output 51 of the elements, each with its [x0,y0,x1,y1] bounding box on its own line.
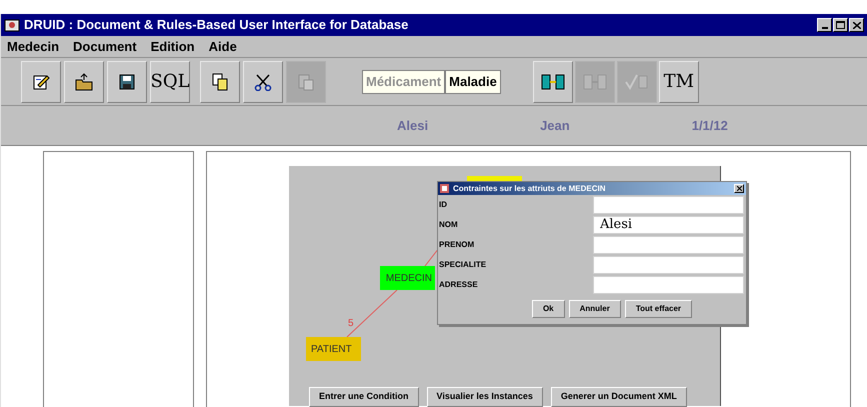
mode-tab[interactable]: Maladie [445,70,501,94]
minimize-button[interactable] [817,18,832,32]
field-label: ADRESSE [438,279,479,291]
field-label: ID [438,199,448,211]
paste-icon [298,72,314,90]
dialog-button[interactable]: Ok [532,300,565,318]
action-button[interactable]: Entrer une Condition [309,387,418,407]
documents-transfer-icon [540,74,565,90]
relation-line [424,248,440,266]
dialog-title: Contraintes sur les attriuts de MEDECIN [453,184,606,192]
maximize-icon [836,21,845,29]
app-icon [440,184,449,193]
menu-item[interactable]: Edition [150,36,195,56]
field-label: PRENOM [438,239,476,251]
info-text: Jean [540,116,570,135]
folder-icon [74,72,94,90]
dialog-button[interactable]: Tout effacer [624,300,692,318]
close-button[interactable] [734,184,744,193]
documents-transfer-icon [582,74,607,90]
menu-item[interactable]: Medecin [7,36,60,56]
close-icon [852,22,860,28]
dialog-button[interactable]: Annuler [568,300,621,318]
toolbar-button[interactable]: TM [658,60,699,102]
input-field[interactable] [593,196,744,214]
relation-line [346,290,398,338]
input-field[interactable]: Alesi [593,216,744,234]
info-text: 1/1/12 [692,116,728,135]
close-button[interactable] [849,18,864,32]
field-label: NOM [438,219,459,231]
close-icon [736,186,742,191]
input-field[interactable] [593,236,744,254]
menu-item[interactable]: Aide [208,36,237,56]
app-icon [4,17,20,33]
entity-node[interactable]: PATIENT [306,337,361,361]
entity-node[interactable]: MEDECIN [380,266,435,290]
edge-label: 5 [348,317,354,331]
minimize-icon [822,27,828,29]
field-label: SPECIALITE [438,259,488,271]
scissors-icon [254,72,272,90]
toolbar-button[interactable]: SQL [150,60,190,102]
input-field[interactable] [593,276,744,294]
maximize-button[interactable] [833,18,848,32]
check-document-icon [624,74,649,90]
action-button[interactable]: Visualier les Instances [426,387,543,407]
action-button[interactable]: Generer un Document XML [550,387,687,407]
edit-icon [32,72,50,90]
input-field[interactable] [593,256,744,274]
window-title: DRUID : Document & Rules-Based User Interface for Database [24,16,410,34]
menu-item[interactable]: Document [73,36,137,56]
info-text: Alesi [397,116,428,135]
copy-icon [212,72,228,90]
